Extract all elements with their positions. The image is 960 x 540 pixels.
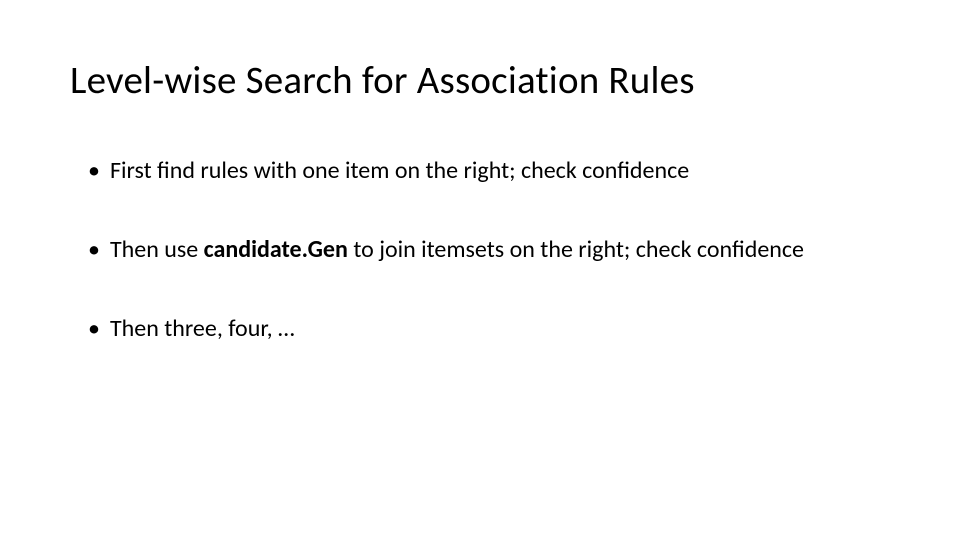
bullet-item: • Then three, four, …: [88, 313, 890, 344]
bullet-marker-icon: •: [88, 234, 100, 265]
bullet-text: First find rules with one item on the ri…: [110, 155, 890, 186]
text-segment: to join itemsets on the right; check con…: [348, 235, 804, 264]
slide-content: • First find rules with one item on the …: [70, 155, 890, 345]
text-segment: First find rules with one item on the ri…: [110, 156, 689, 185]
text-segment-bold: candidate.Gen: [204, 235, 348, 264]
slide: Level-wise Search for Association Rules …: [0, 0, 960, 540]
bullet-text: Then use candidate.Gen to join itemsets …: [110, 234, 890, 265]
bullet-marker-icon: •: [88, 155, 100, 186]
bullet-item: • Then use candidate.Gen to join itemset…: [88, 234, 890, 265]
bullet-text: Then three, four, …: [110, 313, 890, 344]
bullet-item: • First find rules with one item on the …: [88, 155, 890, 186]
text-segment: Then use: [110, 235, 204, 264]
text-segment: Then three, four, …: [110, 314, 295, 343]
bullet-marker-icon: •: [88, 313, 100, 344]
slide-title: Level-wise Search for Association Rules: [70, 58, 890, 105]
